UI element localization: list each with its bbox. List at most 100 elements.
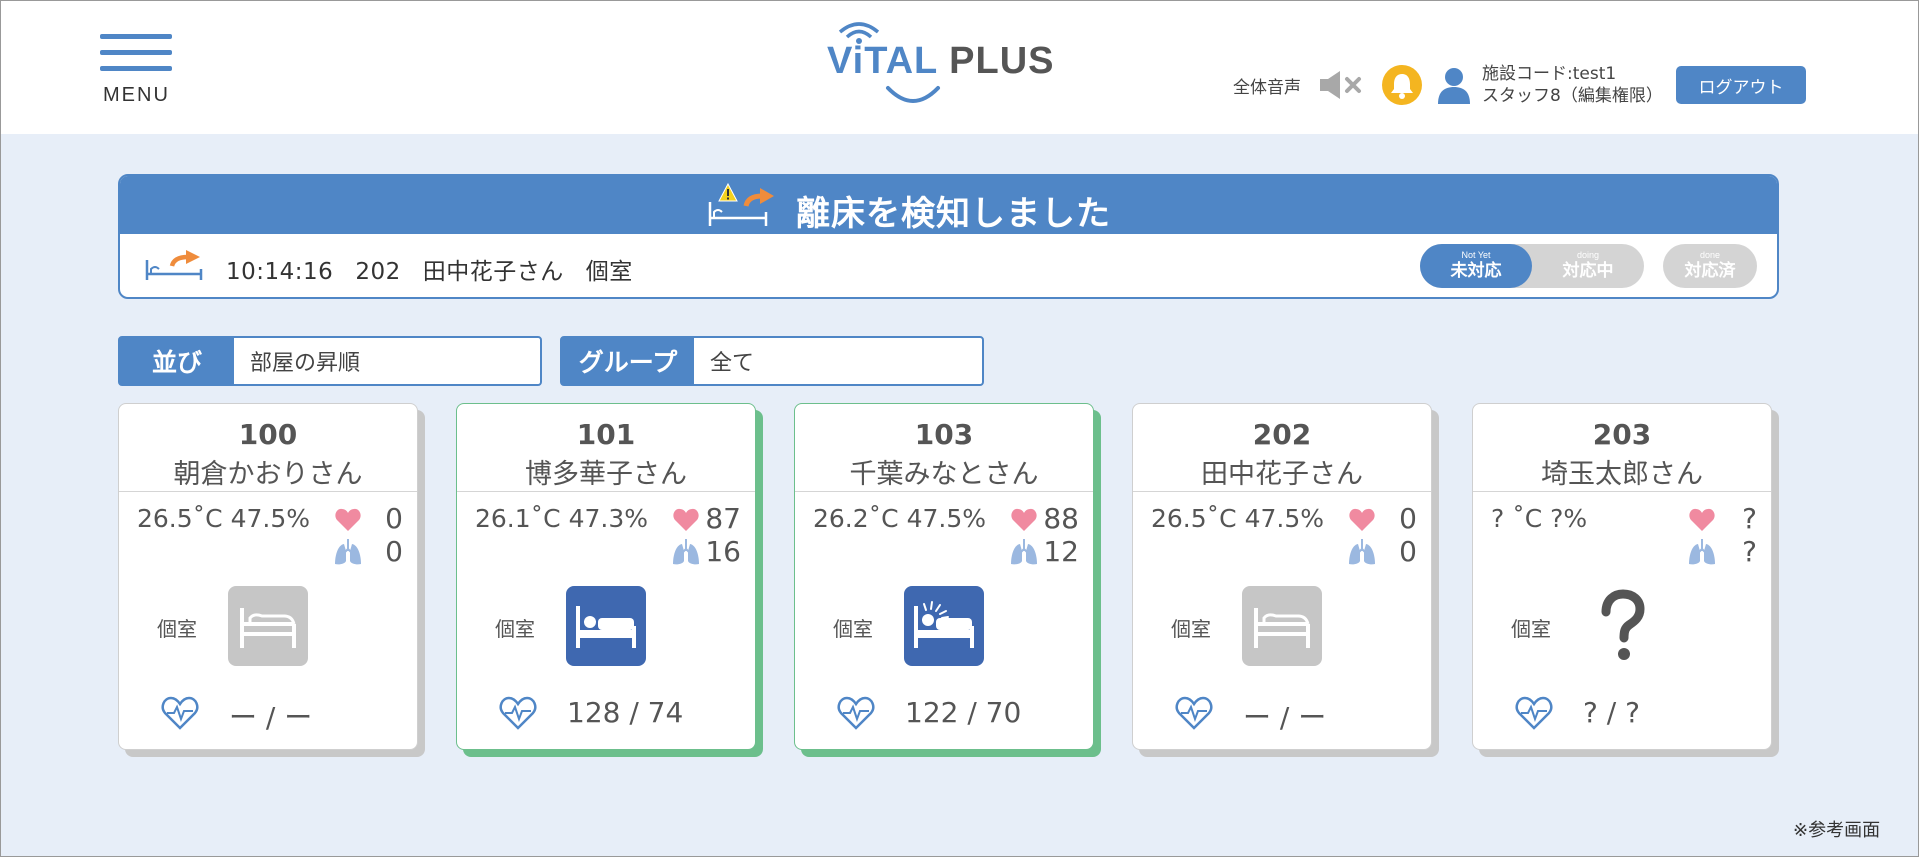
card-room: 203 bbox=[1592, 418, 1652, 451]
blood-pressure-icon bbox=[499, 696, 537, 730]
menu-bar bbox=[100, 50, 172, 55]
menu-button[interactable]: MENU bbox=[100, 34, 174, 106]
bed-empty-icon bbox=[228, 586, 308, 666]
heart-icon bbox=[1349, 508, 1375, 531]
alert-header: 離床を検知しました bbox=[120, 176, 1777, 234]
card-divider bbox=[1473, 491, 1771, 492]
card-room-type: 個室 bbox=[157, 617, 197, 641]
group-label: グループ bbox=[562, 338, 694, 384]
card-room: 100 bbox=[238, 418, 298, 451]
status-doing-button[interactable]: doing 対応中 bbox=[1532, 244, 1644, 288]
card-name: 博多華子さん bbox=[525, 459, 687, 490]
card-temp-humidity: 26.5˚C 47.5% bbox=[1151, 504, 1324, 533]
question-mark-icon bbox=[1582, 586, 1662, 666]
vital-plus-logo: ViTAL PLUS bbox=[822, 18, 1053, 110]
status-doing-en: doing bbox=[1576, 250, 1600, 260]
group-filter: グループ 全て bbox=[560, 336, 984, 386]
blood-pressure-icon bbox=[837, 696, 875, 730]
status-doing-label: 対応中 bbox=[1562, 261, 1614, 281]
menu-bar bbox=[100, 34, 172, 39]
bed-exit-icon bbox=[145, 250, 203, 280]
card-name: 朝倉かおりさん bbox=[173, 459, 363, 490]
patient-card[interactable]: 203 埼玉太郎さん ? ˚C ?% ? ? 個室 ? / ? bbox=[1472, 403, 1772, 750]
patient-card[interactable]: 202 田中花子さん 26.5˚C 47.5% 0 0 個室 ー / ー bbox=[1132, 403, 1432, 750]
heart-icon bbox=[335, 508, 361, 531]
card-room: 103 bbox=[914, 418, 974, 451]
card-name: 埼玉太郎さん bbox=[1541, 459, 1703, 490]
card-temp-humidity: 26.2˚C 47.5% bbox=[813, 504, 986, 533]
card-room-type: 個室 bbox=[1171, 617, 1211, 641]
heart-icon bbox=[673, 508, 699, 531]
status-done-label: 対応済 bbox=[1684, 261, 1736, 281]
menu-label: MENU bbox=[103, 84, 170, 106]
card-divider bbox=[457, 491, 755, 492]
lungs-icon bbox=[1011, 539, 1037, 565]
card-respiration-rate: 16 bbox=[705, 535, 741, 568]
bed-empty-icon bbox=[1242, 586, 1322, 666]
card-heart-rate: 88 bbox=[1043, 502, 1079, 535]
card-blood-pressure: 122 / 70 bbox=[905, 696, 1022, 729]
bell-icon bbox=[1391, 74, 1413, 99]
card-temp-humidity: ? ˚C ?% bbox=[1491, 504, 1588, 533]
group-select[interactable]: 全て bbox=[694, 338, 982, 384]
alert-panel: 離床を検知しました 10:14:16 202 田中花子さん 個室 Not Yet 未対… bbox=[118, 174, 1779, 299]
card-divider bbox=[119, 491, 417, 492]
bed-sleeping-icon bbox=[566, 586, 646, 666]
card-respiration-rate: ? bbox=[1742, 535, 1757, 568]
alert-detail-row[interactable]: 10:14:16 202 田中花子さん 個室 Not Yet 未対応 doing 対応… bbox=[120, 234, 1777, 297]
lungs-icon bbox=[1689, 539, 1715, 565]
patient-card[interactable]: 101 博多華子さん 26.1˚C 47.3% 87 16 個室 128 / 7… bbox=[456, 403, 756, 750]
heart-icon bbox=[1011, 508, 1037, 531]
status-not-yet-en: Not Yet bbox=[1461, 250, 1491, 260]
staff-name: スタッフ8（編集権限） bbox=[1482, 86, 1663, 106]
bed-awake-icon bbox=[904, 586, 984, 666]
lungs-icon bbox=[673, 539, 699, 565]
blood-pressure-icon bbox=[161, 696, 199, 730]
card-heart-rate: 0 bbox=[1399, 502, 1417, 535]
alert-detail: 10:14:16 202 田中花子さん 個室 bbox=[226, 252, 655, 286]
card-blood-pressure: 128 / 74 bbox=[567, 696, 684, 729]
bed-exit-warning-icon bbox=[708, 182, 774, 226]
logo-text: ViTAL PLUS bbox=[827, 40, 1055, 83]
status-toggle: Not Yet 未対応 doing 対応中 bbox=[1420, 244, 1644, 288]
card-blood-pressure: ー / ー bbox=[229, 701, 313, 734]
logo-vital: ViTAL bbox=[827, 40, 938, 82]
card-room: 202 bbox=[1252, 418, 1312, 451]
user-icon bbox=[1438, 68, 1470, 104]
card-room: 101 bbox=[576, 418, 636, 451]
status-not-yet-label: 未対応 bbox=[1450, 261, 1502, 281]
card-respiration-rate: 0 bbox=[385, 535, 403, 568]
master-audio-label: 全体音声 bbox=[1233, 78, 1301, 98]
card-blood-pressure: ー / ー bbox=[1243, 701, 1327, 734]
card-temp-humidity: 26.5˚C 47.5% bbox=[137, 504, 310, 533]
card-heart-rate: ? bbox=[1742, 502, 1757, 535]
menu-bar bbox=[100, 66, 172, 71]
facility-info: 施設コード:test1 スタッフ8（編集権限） bbox=[1482, 63, 1663, 107]
sort-filter: 並び 部屋の昇順 bbox=[118, 336, 542, 386]
status-not-yet-button[interactable]: Not Yet 未対応 bbox=[1420, 244, 1532, 288]
card-name: 千葉みなとさん bbox=[849, 459, 1039, 490]
status-done-en: done bbox=[1699, 250, 1721, 260]
sort-label: 並び bbox=[120, 338, 234, 384]
notification-bell-button[interactable] bbox=[1382, 65, 1422, 105]
patient-card[interactable]: 100 朝倉かおりさん 26.5˚C 47.5% 0 0 個室 ー / ー bbox=[118, 403, 418, 750]
card-respiration-rate: 12 bbox=[1043, 535, 1079, 568]
sort-select[interactable]: 部屋の昇順 bbox=[234, 338, 540, 384]
smile-icon bbox=[886, 86, 940, 103]
alert-time: 10:14:16 bbox=[226, 259, 334, 285]
lungs-icon bbox=[335, 539, 361, 565]
status-done-button[interactable]: done 対応済 bbox=[1663, 244, 1757, 288]
logout-button[interactable]: ログアウト bbox=[1676, 66, 1806, 104]
alert-room-type: 個室 bbox=[585, 259, 633, 285]
patient-card[interactable]: 103 千葉みなとさん 26.2˚C 47.5% 88 12 個室 122 / … bbox=[794, 403, 1094, 750]
alert-name: 田中花子さん bbox=[422, 259, 564, 285]
card-room-type: 個室 bbox=[1511, 617, 1551, 641]
alert-room: 202 bbox=[355, 259, 401, 285]
card-respiration-rate: 0 bbox=[1399, 535, 1417, 568]
heart-icon bbox=[1689, 508, 1715, 531]
card-blood-pressure: ? / ? bbox=[1583, 696, 1640, 729]
card-divider bbox=[1133, 491, 1431, 492]
alert-title: 離床を検知しました bbox=[796, 194, 1111, 234]
app-header: MENU ViTAL PLUS 全体音声 施設コード:test1 スタッフ8（編… bbox=[0, 0, 1919, 134]
speaker-muted-icon[interactable] bbox=[1318, 70, 1364, 100]
